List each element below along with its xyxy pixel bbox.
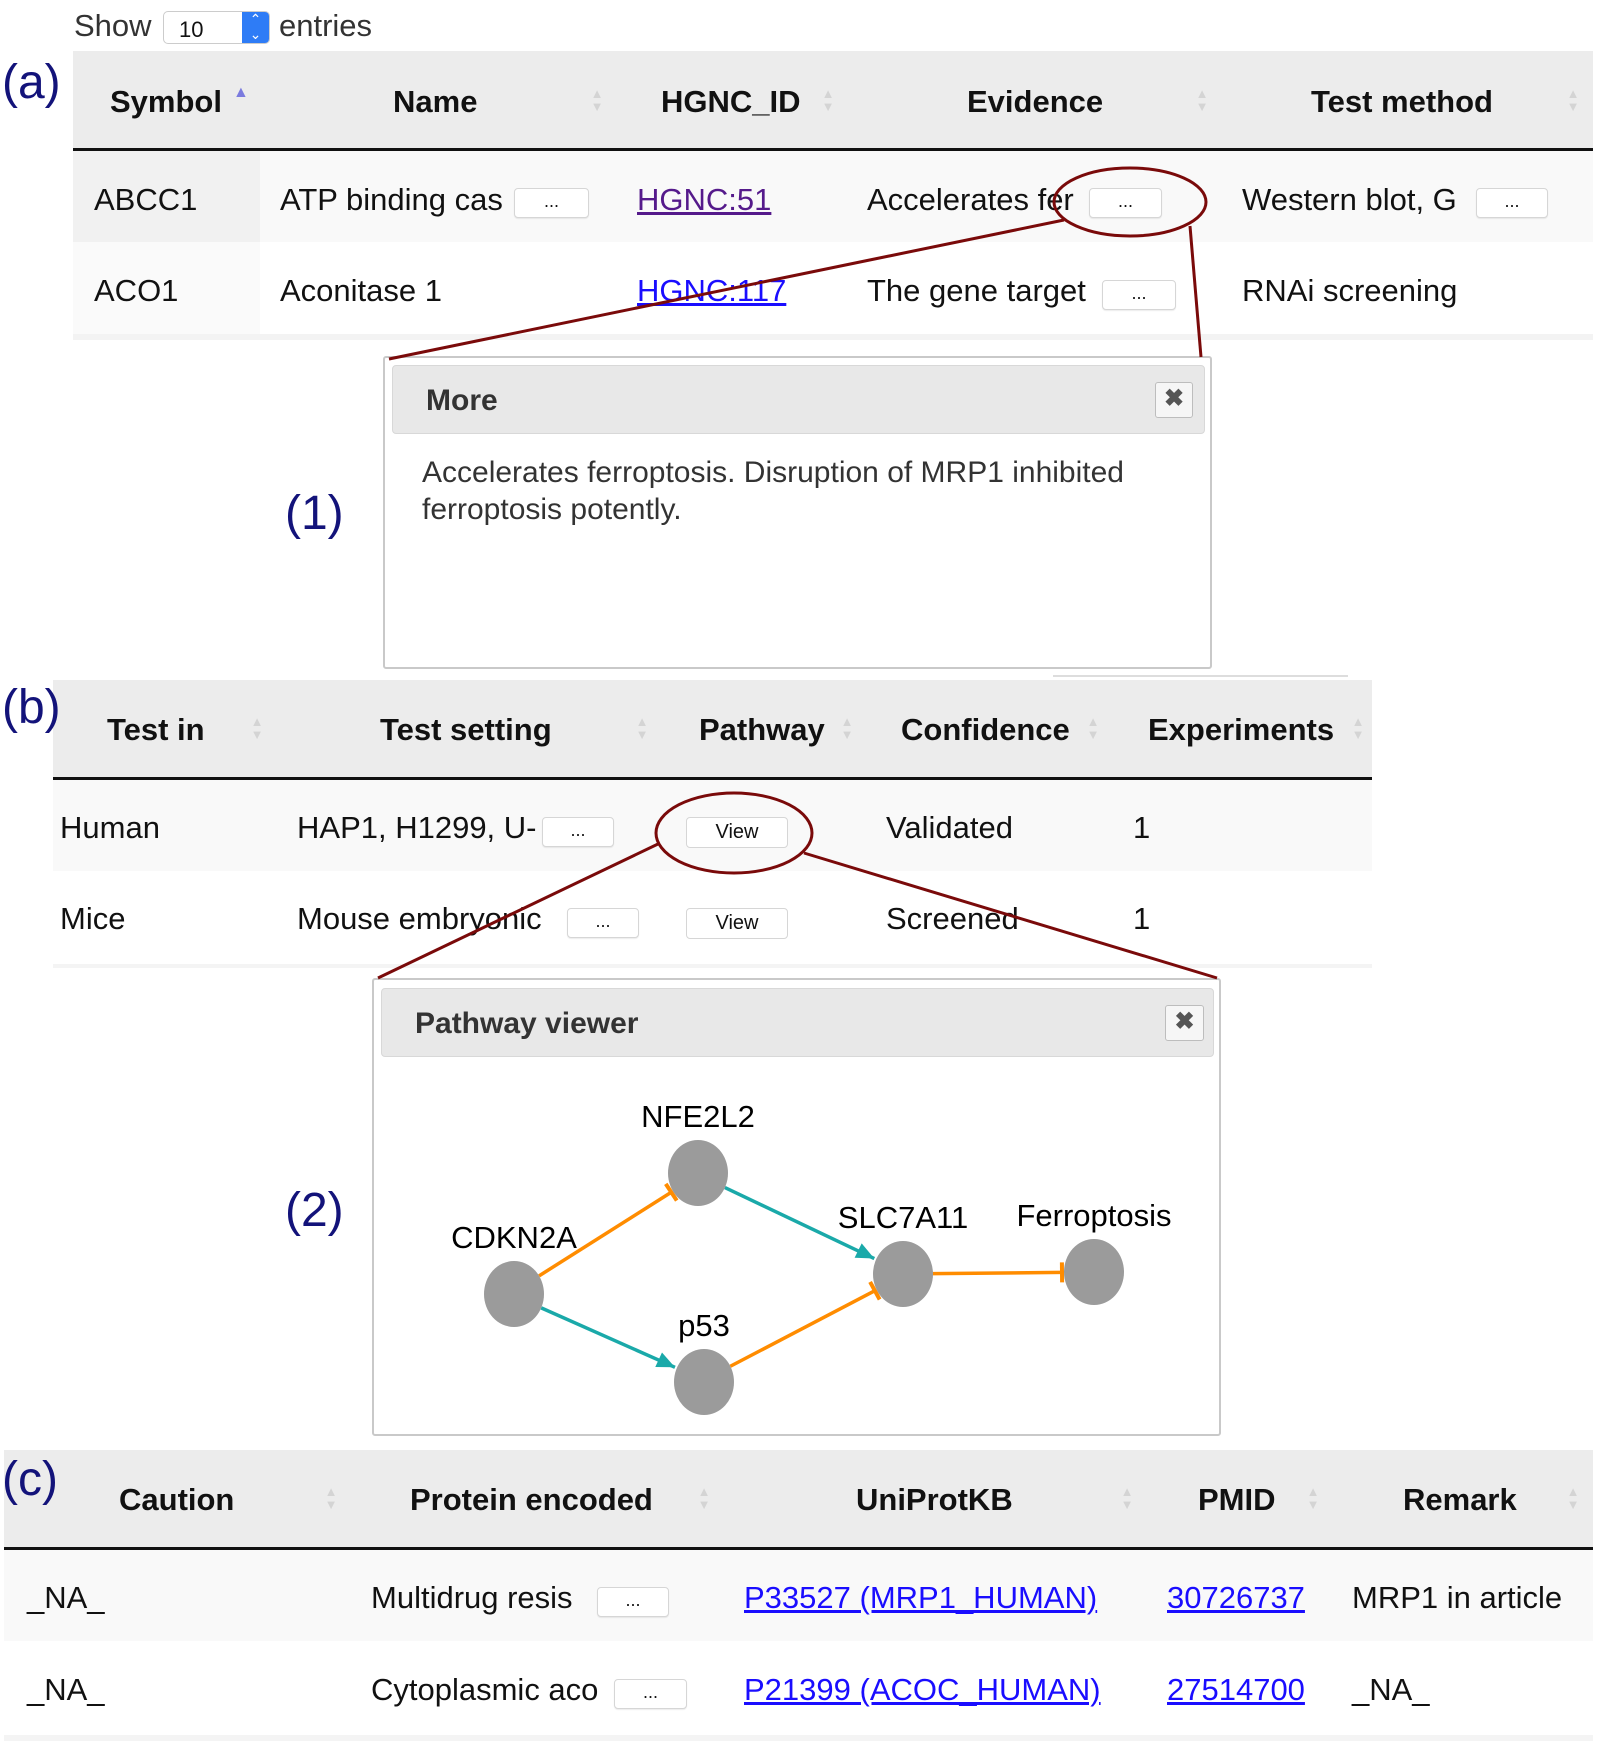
entries-select-value: 10 bbox=[179, 17, 204, 42]
cell-caution: _NA_ bbox=[27, 1580, 105, 1615]
cell-test-in: Mice bbox=[60, 901, 126, 936]
more-button[interactable]: ... bbox=[1089, 188, 1162, 218]
cell-symbol: ABCC1 bbox=[94, 182, 198, 217]
view-pathway-button[interactable]: View bbox=[686, 908, 788, 939]
sort-icon[interactable]: ▲ ▼ bbox=[1306, 1480, 1320, 1516]
pmid-link[interactable]: 30726737 bbox=[1167, 1580, 1305, 1616]
dialog-text-line: Accelerates ferroptosis. Disruption of M… bbox=[422, 456, 1124, 489]
sort-asc-icon[interactable]: ▲ bbox=[233, 84, 249, 102]
divider bbox=[1053, 675, 1348, 677]
sort-icon[interactable]: ▲ ▼ bbox=[821, 82, 835, 118]
uniprot-link[interactable]: P21399 (ACOC_HUMAN) bbox=[744, 1672, 1101, 1708]
cell-remark: _NA_ bbox=[1352, 1672, 1430, 1707]
more-button[interactable]: ... bbox=[514, 188, 589, 218]
pmid-link[interactable]: 27514700 bbox=[1167, 1672, 1305, 1708]
dialog-title: More bbox=[426, 384, 498, 417]
header-hgnc-id[interactable]: HGNC_ID bbox=[661, 84, 801, 120]
header-confidence[interactable]: Confidence bbox=[901, 712, 1070, 748]
cell-test-in: Human bbox=[60, 810, 160, 845]
close-icon[interactable]: ✖ bbox=[1155, 382, 1193, 418]
hgnc-link[interactable]: HGNC:117 bbox=[637, 273, 786, 309]
chevron-updown-icon: ⌃ ⌄ bbox=[242, 12, 269, 43]
panel-label-c: (c) bbox=[2, 1453, 58, 1506]
more-dialog: More ✖ Accelerates ferroptosis. Disrupti… bbox=[383, 356, 1212, 669]
cell-test-setting: Mouse embryonic bbox=[297, 901, 542, 936]
entries-label: entries bbox=[279, 8, 373, 43]
table-row bbox=[4, 1735, 1593, 1741]
pathway-dialog: Pathway viewer ✖ bbox=[372, 978, 1221, 1436]
more-button[interactable]: ... bbox=[567, 908, 639, 938]
cell-caution: _NA_ bbox=[27, 1672, 105, 1707]
callout-label-2: (2) bbox=[285, 1184, 344, 1237]
cell-evidence: The gene target bbox=[867, 273, 1086, 308]
header-pathway[interactable]: Pathway bbox=[699, 712, 825, 748]
header-pmid[interactable]: PMID bbox=[1198, 1482, 1276, 1518]
dialog-title: Pathway viewer bbox=[415, 1007, 639, 1040]
panel-label-b: (b) bbox=[2, 681, 61, 734]
close-icon[interactable]: ✖ bbox=[1165, 1005, 1204, 1041]
more-button[interactable]: ... bbox=[542, 817, 614, 847]
cell-confidence: Screened bbox=[886, 901, 1019, 936]
sort-icon[interactable]: ▲ ▼ bbox=[1120, 1480, 1134, 1516]
entries-select[interactable]: 10 ⌃ ⌄ bbox=[163, 11, 270, 44]
header-caution[interactable]: Caution bbox=[119, 1482, 234, 1518]
sort-icon[interactable]: ▲ ▼ bbox=[1086, 710, 1100, 746]
dialog-header: Pathway viewer ✖ bbox=[381, 988, 1214, 1057]
sort-icon[interactable]: ▲ ▼ bbox=[324, 1480, 338, 1516]
more-button[interactable]: ... bbox=[1102, 280, 1176, 310]
cell-test-method: RNAi screening bbox=[1242, 273, 1458, 308]
cell-remark: MRP1 in article bbox=[1352, 1580, 1563, 1615]
cell-symbol: ACO1 bbox=[94, 273, 179, 308]
sort-icon[interactable]: ▲ ▼ bbox=[1195, 82, 1209, 118]
header-uniprotkb[interactable]: UniProtKB bbox=[856, 1482, 1013, 1518]
header-test-setting[interactable]: Test setting bbox=[380, 712, 552, 748]
sort-icon[interactable]: ▲ ▼ bbox=[1566, 82, 1580, 118]
sort-icon[interactable]: ▲ ▼ bbox=[840, 710, 854, 746]
callout-label-1: (1) bbox=[285, 487, 344, 540]
header-test-in[interactable]: Test in bbox=[107, 712, 205, 748]
cell-test-method: Western blot, G bbox=[1242, 182, 1457, 217]
panel-label-a: (a) bbox=[2, 56, 61, 109]
header-protein-encoded[interactable]: Protein encoded bbox=[410, 1482, 653, 1518]
dialog-text-line: ferroptosis potently. bbox=[422, 493, 682, 526]
cell-name: ATP binding cas bbox=[280, 182, 503, 217]
show-label: Show bbox=[74, 8, 152, 43]
sort-icon[interactable]: ▲ ▼ bbox=[1351, 710, 1365, 746]
cell-protein: Cytoplasmic aco bbox=[371, 1672, 599, 1707]
header-experiments[interactable]: Experiments bbox=[1148, 712, 1334, 748]
cell-name: Aconitase 1 bbox=[280, 273, 442, 308]
cell-test-setting: HAP1, H1299, U- bbox=[297, 810, 537, 845]
cell-confidence: Validated bbox=[886, 810, 1013, 845]
header-evidence[interactable]: Evidence bbox=[967, 84, 1103, 120]
cell-experiments: 1 bbox=[1133, 901, 1151, 936]
sort-icon[interactable]: ▲ ▼ bbox=[590, 82, 604, 118]
hgnc-link[interactable]: HGNC:51 bbox=[637, 182, 771, 218]
header-symbol[interactable]: Symbol bbox=[110, 84, 222, 120]
dialog-header: More ✖ bbox=[392, 365, 1205, 434]
more-button[interactable]: ... bbox=[597, 1587, 669, 1617]
header-test-method[interactable]: Test method bbox=[1311, 84, 1493, 120]
cell-protein: Multidrug resis bbox=[371, 1580, 573, 1615]
table-row bbox=[73, 334, 1593, 340]
header-remark[interactable]: Remark bbox=[1403, 1482, 1517, 1518]
uniprot-link[interactable]: P33527 (MRP1_HUMAN) bbox=[744, 1580, 1097, 1616]
table-c-header bbox=[4, 1450, 1593, 1550]
sort-icon[interactable]: ▲ ▼ bbox=[250, 710, 264, 746]
table-row bbox=[53, 964, 1372, 968]
cell-evidence: Accelerates fer bbox=[867, 182, 1074, 217]
sort-icon[interactable]: ▲ ▼ bbox=[1566, 1480, 1580, 1516]
view-pathway-button[interactable]: View bbox=[686, 817, 788, 848]
header-name[interactable]: Name bbox=[393, 84, 477, 120]
cell-experiments: 1 bbox=[1133, 810, 1151, 845]
more-button[interactable]: ... bbox=[1476, 188, 1548, 218]
sort-icon[interactable]: ▲ ▼ bbox=[697, 1480, 711, 1516]
sort-icon[interactable]: ▲ ▼ bbox=[635, 710, 649, 746]
more-button[interactable]: ... bbox=[614, 1679, 687, 1709]
